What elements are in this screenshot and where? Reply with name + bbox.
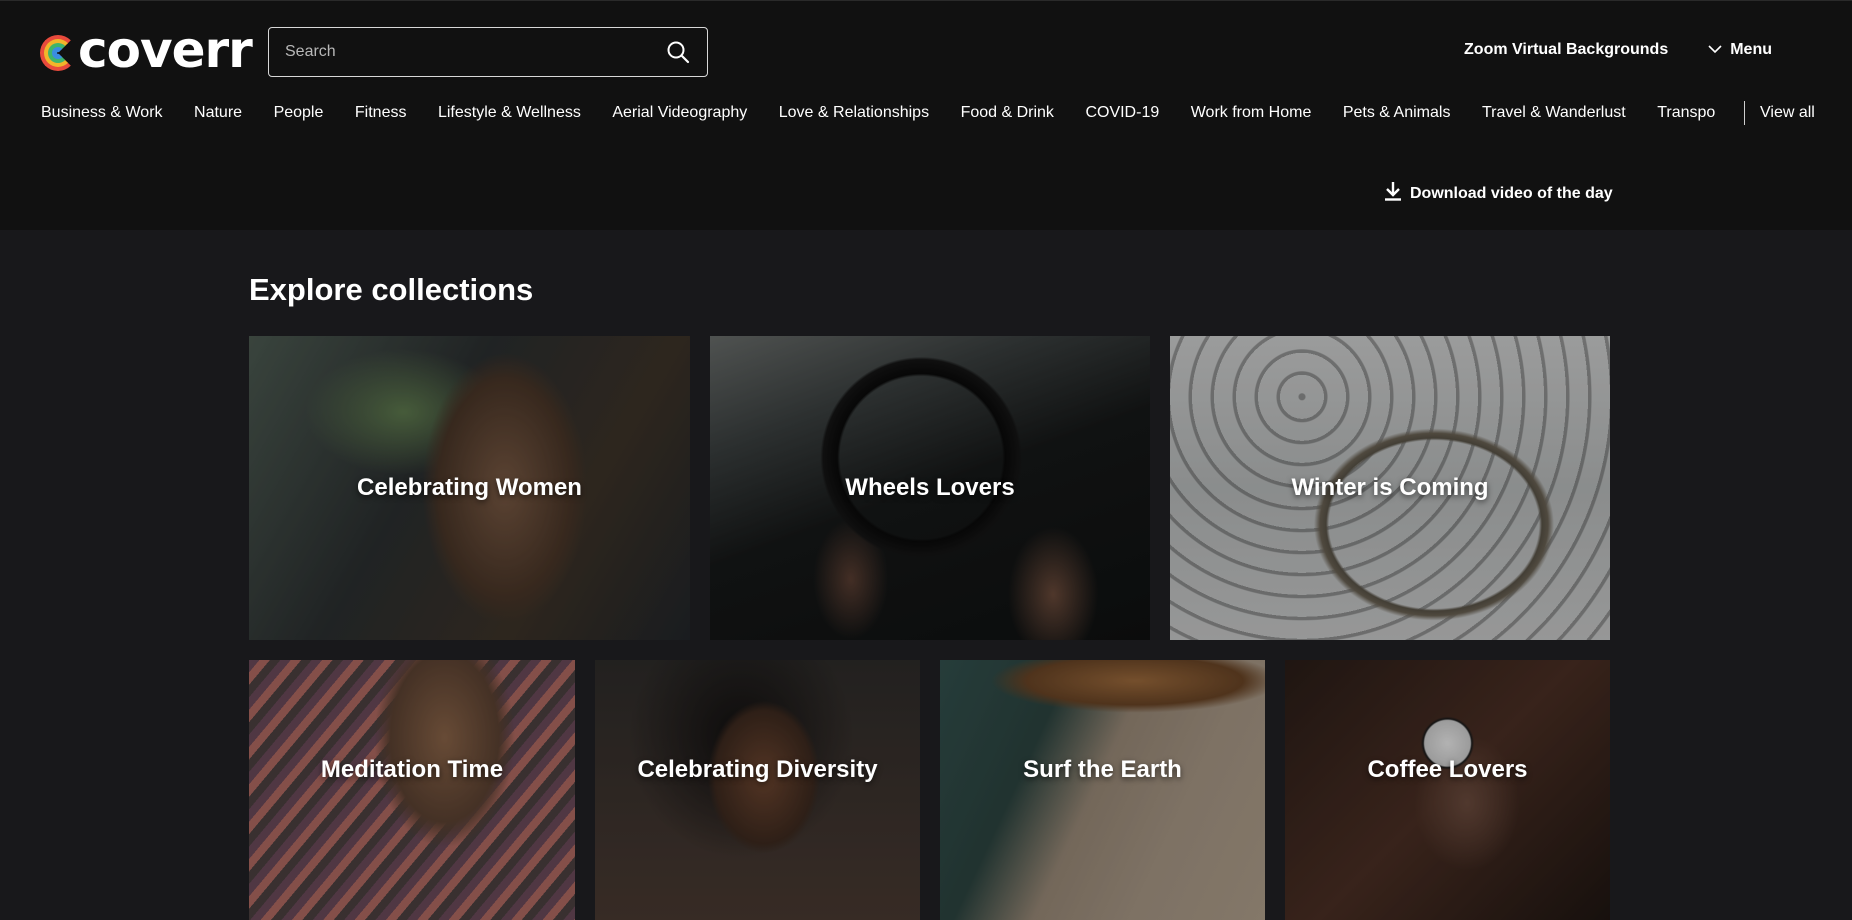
logo-text: coverr [78, 21, 253, 79]
collection-card-label: Surf the Earth [1023, 756, 1182, 783]
search-box [268, 27, 708, 77]
category-people[interactable]: People [274, 104, 324, 122]
category-food-drink[interactable]: Food & Drink [961, 104, 1054, 122]
collection-card-label: Wheels Lovers [845, 474, 1015, 501]
category-lifestyle-wellness[interactable]: Lifestyle & Wellness [438, 104, 581, 122]
category-list: Business & Work Nature People Fitness Li… [41, 104, 1741, 122]
collection-card-coffee-lovers[interactable]: Coffee Lovers [1285, 660, 1610, 920]
collection-card-label: Coffee Lovers [1367, 756, 1528, 783]
view-all-link[interactable]: View all [1760, 104, 1815, 122]
download-video-label: Download video of the day [1410, 184, 1613, 202]
category-transportation[interactable]: Transpo [1657, 104, 1715, 122]
category-fitness[interactable]: Fitness [355, 104, 407, 122]
collection-card-winter-is-coming[interactable]: Winter is Coming [1170, 336, 1610, 640]
top-bar: coverr Zoom Virtual Backgrounds Menu Bus… [0, 0, 1852, 230]
category-pets-animals[interactable]: Pets & Animals [1343, 104, 1451, 122]
menu-label: Menu [1730, 41, 1772, 58]
collection-card-label: Celebrating Women [357, 474, 582, 501]
collection-card-celebrating-diversity[interactable]: Celebrating Diversity [595, 660, 920, 920]
category-nav: Business & Work Nature People Fitness Li… [41, 99, 1741, 127]
collection-card-surf-the-earth[interactable]: Surf the Earth [940, 660, 1265, 920]
card-overlay [249, 660, 575, 920]
download-icon [1384, 181, 1402, 206]
logo-rainbow-icon [40, 35, 76, 71]
collection-card-wheels-lovers[interactable]: Wheels Lovers [710, 336, 1150, 640]
header-actions: Zoom Virtual Backgrounds Menu [1464, 41, 1772, 59]
download-video-of-day-button[interactable]: Download video of the day [1384, 181, 1613, 206]
chevron-down-icon [1708, 41, 1722, 59]
collection-card-label: Winter is Coming [1291, 474, 1489, 501]
card-overlay [940, 660, 1265, 920]
card-overlay [1285, 660, 1610, 920]
category-covid-19[interactable]: COVID-19 [1085, 104, 1159, 122]
collection-card-celebrating-women[interactable]: Celebrating Women [249, 336, 690, 640]
category-travel-wanderlust[interactable]: Travel & Wanderlust [1482, 104, 1626, 122]
category-work-from-home[interactable]: Work from Home [1191, 104, 1312, 122]
collection-card-label: Meditation Time [320, 756, 504, 783]
search-input[interactable] [285, 43, 665, 61]
category-love-relationships[interactable]: Love & Relationships [779, 104, 929, 122]
collection-card-meditation-time[interactable]: Meditation Time [249, 660, 575, 920]
category-aerial-videography[interactable]: Aerial Videography [612, 104, 747, 122]
coverr-logo[interactable]: coverr [40, 21, 253, 79]
search-icon[interactable] [665, 39, 691, 65]
card-overlay [595, 660, 920, 920]
category-business-work[interactable]: Business & Work [41, 104, 163, 122]
category-nature[interactable]: Nature [194, 104, 242, 122]
nav-divider [1744, 101, 1745, 125]
zoom-backgrounds-link[interactable]: Zoom Virtual Backgrounds [1464, 41, 1668, 59]
view-all-wrap: View all [1744, 99, 1815, 127]
collection-card-label: Celebrating Diversity [637, 756, 878, 783]
collections-heading: Explore collections [249, 272, 534, 307]
menu-button[interactable]: Menu [1708, 41, 1772, 59]
